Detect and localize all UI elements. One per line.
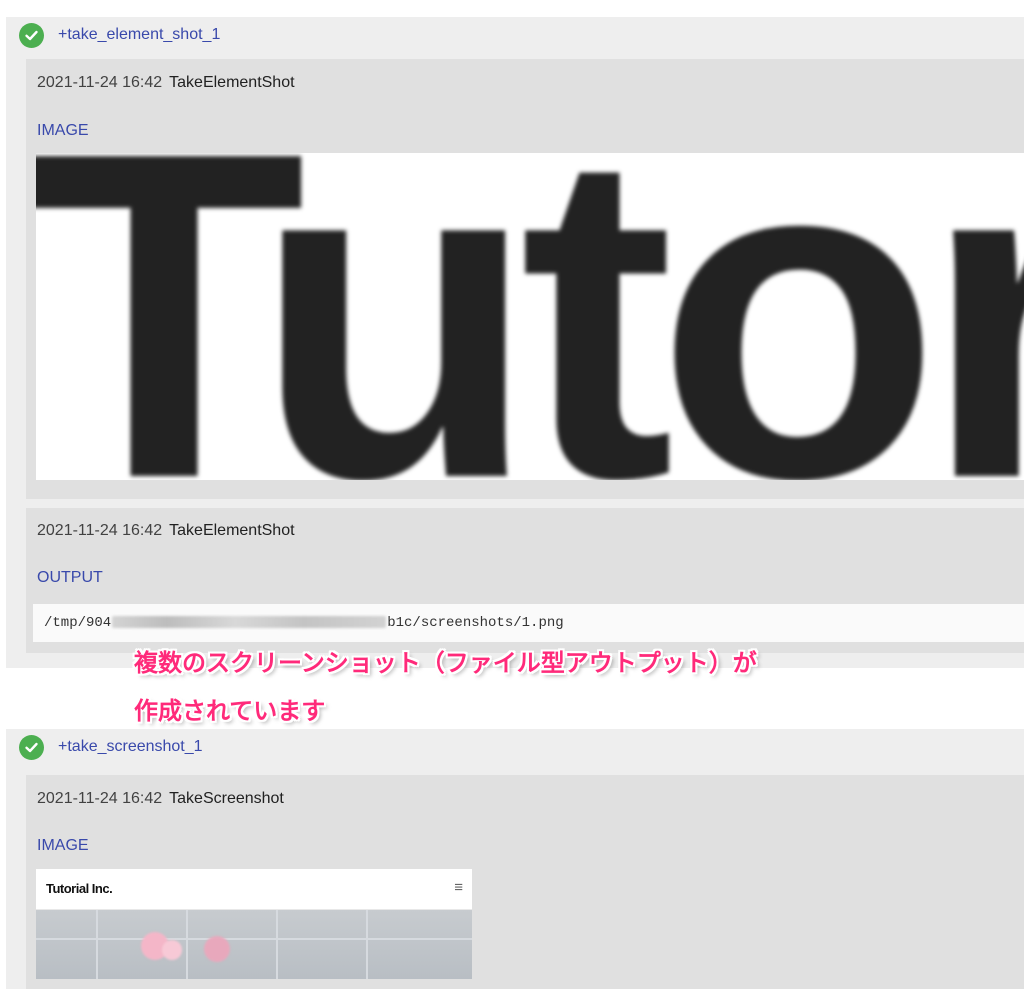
step-header: +take_element_shot_1 <box>6 17 1024 55</box>
element-shot-image: Tutori <box>36 153 1024 480</box>
entry-timestamp: 2021-11-24 16:42 <box>37 790 163 807</box>
annotation-line-2: 作成されています <box>134 698 326 725</box>
thumbnail-site-title: Tutorial Inc. <box>46 881 113 896</box>
entry-timestamp: 2021-11-24 16:42 <box>37 522 163 539</box>
output-path-suffix: b1c/screenshots/1.png <box>387 615 564 631</box>
entry-meta: 2021-11-24 16:42 TakeElementShot <box>37 72 295 94</box>
check-circle-icon <box>19 23 44 48</box>
output-path-prefix: /tmp/904 <box>44 615 112 631</box>
entry-meta: 2021-11-24 16:42 TakeElementShot <box>37 520 295 542</box>
step-link[interactable]: +take_screenshot_1 <box>58 735 203 759</box>
entry-type-label: OUTPUT <box>37 569 103 586</box>
check-circle-icon <box>19 735 44 760</box>
entry-type-label: IMAGE <box>37 122 89 139</box>
entry-type-label: IMAGE <box>37 837 89 854</box>
step-link[interactable]: +take_element_shot_1 <box>58 23 220 47</box>
entry-meta: 2021-11-24 16:42 TakeScreenshot <box>37 788 284 810</box>
annotation-line-1: 複数のスクリーンショット（ファイル型アウトプット）が <box>134 650 757 677</box>
entry-kind: TakeElementShot <box>169 74 295 91</box>
element-shot-text: Tutori <box>36 153 1024 480</box>
entry-timestamp: 2021-11-24 16:42 <box>37 74 163 91</box>
entry-kind: TakeElementShot <box>169 522 295 539</box>
screenshot-thumbnail: Tutorial Inc. ≡ <box>36 869 472 979</box>
output-path[interactable]: /tmp/904 b1c/screenshots/1.png <box>33 604 1024 642</box>
redacted-segment <box>112 616 387 629</box>
thumbnail-hero-photo <box>36 910 472 979</box>
step-header: +take_screenshot_1 <box>6 729 1024 767</box>
hamburger-menu-icon: ≡ <box>454 879 463 896</box>
output-entry: 2021-11-24 16:42 TakeElementShot OUTPUT /… <box>26 508 1024 653</box>
entry-kind: TakeScreenshot <box>169 790 284 807</box>
thumbnail-header: Tutorial Inc. ≡ <box>36 869 472 910</box>
